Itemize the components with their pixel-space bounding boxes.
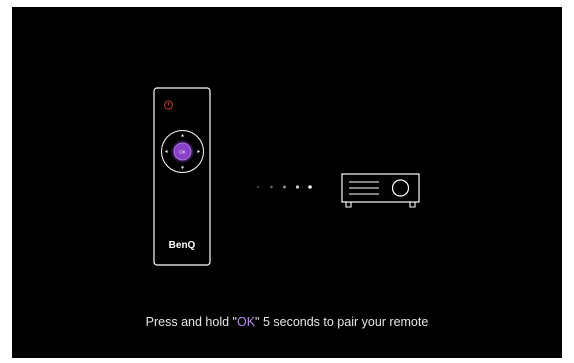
instruction-suffix: " 5 seconds to pair your remote [255, 315, 429, 329]
projector-icon [341, 173, 420, 208]
pairing-illustration: OK BenQ [153, 87, 420, 266]
dpad-up-icon [181, 134, 184, 137]
dpad-left-icon [165, 150, 168, 153]
remote-control: OK BenQ [153, 87, 211, 266]
instruction-ok-key: OK [236, 315, 256, 329]
remote-body [153, 87, 211, 266]
ok-button-label: OK [179, 149, 186, 154]
dpad-down-icon [181, 166, 184, 169]
signal-dots-icon [257, 185, 312, 189]
ok-button: OK [171, 140, 194, 163]
pairing-screen: OK BenQ Press and hold "OK" 5 seconds to… [12, 7, 562, 358]
brand-logo: BenQ [169, 240, 196, 251]
instruction-prefix: Press and hold " [145, 315, 237, 329]
dpad-right-icon [197, 150, 200, 153]
pairing-instruction: Press and hold "OK" 5 seconds to pair yo… [12, 315, 562, 329]
power-icon [163, 100, 174, 110]
